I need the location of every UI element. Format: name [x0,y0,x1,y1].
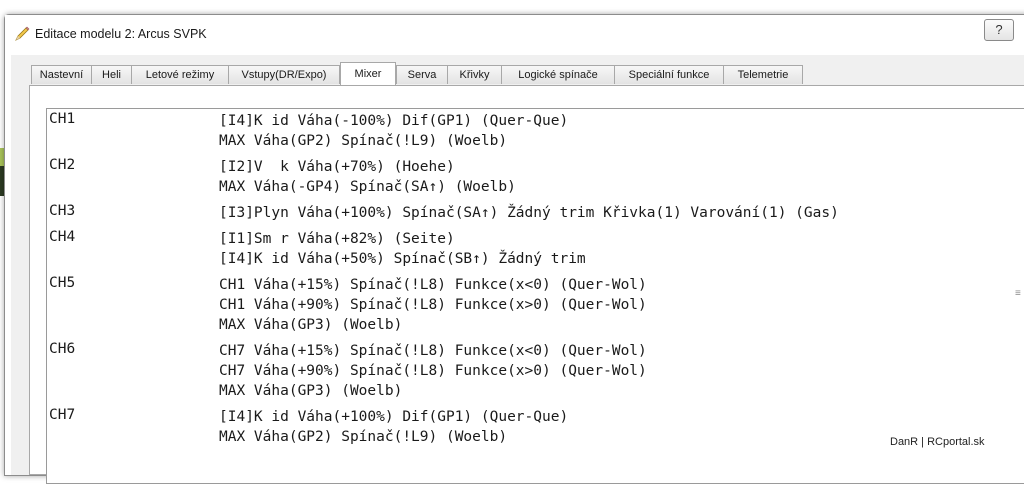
mix-line: MAX Váha(GP2) Spínač(!L9) (Woelb) [219,133,508,149]
mixer-tab-panel: CH1 [I4]K id Váha(-100%) Dif(GP1) (Quer-… [29,85,1024,484]
tab-vstupy[interactable]: Vstupy(DR/Expo) [228,65,340,84]
mix-line: CH7 Váha(+15%) Spínač(!L8) Funkce(x<0) (… [219,343,647,359]
channel-label: CH1 [49,111,76,127]
channel-label: CH5 [49,275,76,291]
mix-line: [I4]K id Váha(+100%) Dif(GP1) (Quer-Que) [219,409,569,425]
mixer-row-ch7[interactable]: CH7 [I4]K id Váha(+100%) Dif(GP1) (Quer-… [47,407,1024,447]
window-client-area: Nastevní Heli Letové režimy Vstupy(DR/Ex… [11,55,1024,484]
pencil-icon [13,25,31,43]
help-button[interactable]: ? [984,19,1014,41]
tab-heli[interactable]: Heli [91,65,132,84]
window-title: Editace modelu 2: Arcus SVPK [35,27,207,41]
mix-line: [I3]Plyn Váha(+100%) Spínač(SA↑) Žádný t… [219,205,839,221]
mix-line: CH7 Váha(+90%) Spínač(!L8) Funkce(x>0) (… [219,363,647,379]
tab-nastevni[interactable]: Nastevní [31,65,92,84]
mixer-row-ch2[interactable]: CH2 [I2]V k Váha(+70%) (Hoehe) MAX Váha(… [47,157,1024,197]
mix-line: MAX Váha(GP3) (Woelb) [219,317,403,333]
mixer-row-ch1[interactable]: CH1 [I4]K id Váha(-100%) Dif(GP1) (Quer-… [47,111,1024,151]
scroll-grip-icon[interactable]: ≡ [1015,288,1023,300]
mixer-row-ch3[interactable]: CH3 [I3]Plyn Váha(+100%) Spínač(SA↑) Žád… [47,203,1024,223]
channel-label: CH6 [49,341,76,357]
title-bar[interactable]: Editace modelu 2: Arcus SVPK ? [5,15,1024,55]
mix-line: [I4]K id Váha(+50%) Spínač(SB↑) Žádný tr… [219,251,586,267]
mix-line: MAX Váha(-GP4) Spínač(SA↑) (Woelb) [219,179,516,195]
mixer-row-ch4[interactable]: CH4 [I1]Sm r Váha(+82%) (Seite) [I4]K id… [47,229,1024,269]
mix-line: [I1]Sm r Váha(+82%) (Seite) [219,231,455,247]
tab-telemetrie[interactable]: Telemetrie [723,65,803,84]
mix-line: MAX Váha(GP3) (Woelb) [219,383,403,399]
tab-logicke-spinace[interactable]: Logické spínače [501,65,615,84]
mix-line: CH1 Váha(+15%) Spínač(!L8) Funkce(x<0) (… [219,277,647,293]
channel-label: CH4 [49,229,76,245]
channel-label: CH2 [49,157,76,173]
channel-label: CH7 [49,407,76,423]
mixer-row-ch6[interactable]: CH6 CH7 Váha(+15%) Spínač(!L8) Funkce(x<… [47,341,1024,401]
tab-serva[interactable]: Serva [396,65,448,84]
model-editor-window: Editace modelu 2: Arcus SVPK ? Nastevní … [4,14,1024,484]
tab-specialni-funkce[interactable]: Speciální funkce [614,65,724,84]
mix-line: CH1 Váha(+90%) Spínač(!L8) Funkce(x>0) (… [219,297,647,313]
channel-label: CH3 [49,203,76,219]
mix-line: [I4]K id Váha(-100%) Dif(GP1) (Quer-Que) [219,113,569,129]
tab-letove-rezimy[interactable]: Letové režimy [131,65,229,84]
tab-mixer[interactable]: Mixer [340,62,396,85]
mix-line: [I2]V k Váha(+70%) (Hoehe) [219,159,455,175]
mixer-row-ch5[interactable]: CH5 CH1 Váha(+15%) Spínač(!L8) Funkce(x<… [47,275,1024,335]
tab-krivky[interactable]: Křivky [447,65,502,84]
watermark-footer: DanR | RCportal.sk [890,436,985,448]
mixer-list[interactable]: CH1 [I4]K id Váha(-100%) Dif(GP1) (Quer-… [46,108,1024,484]
